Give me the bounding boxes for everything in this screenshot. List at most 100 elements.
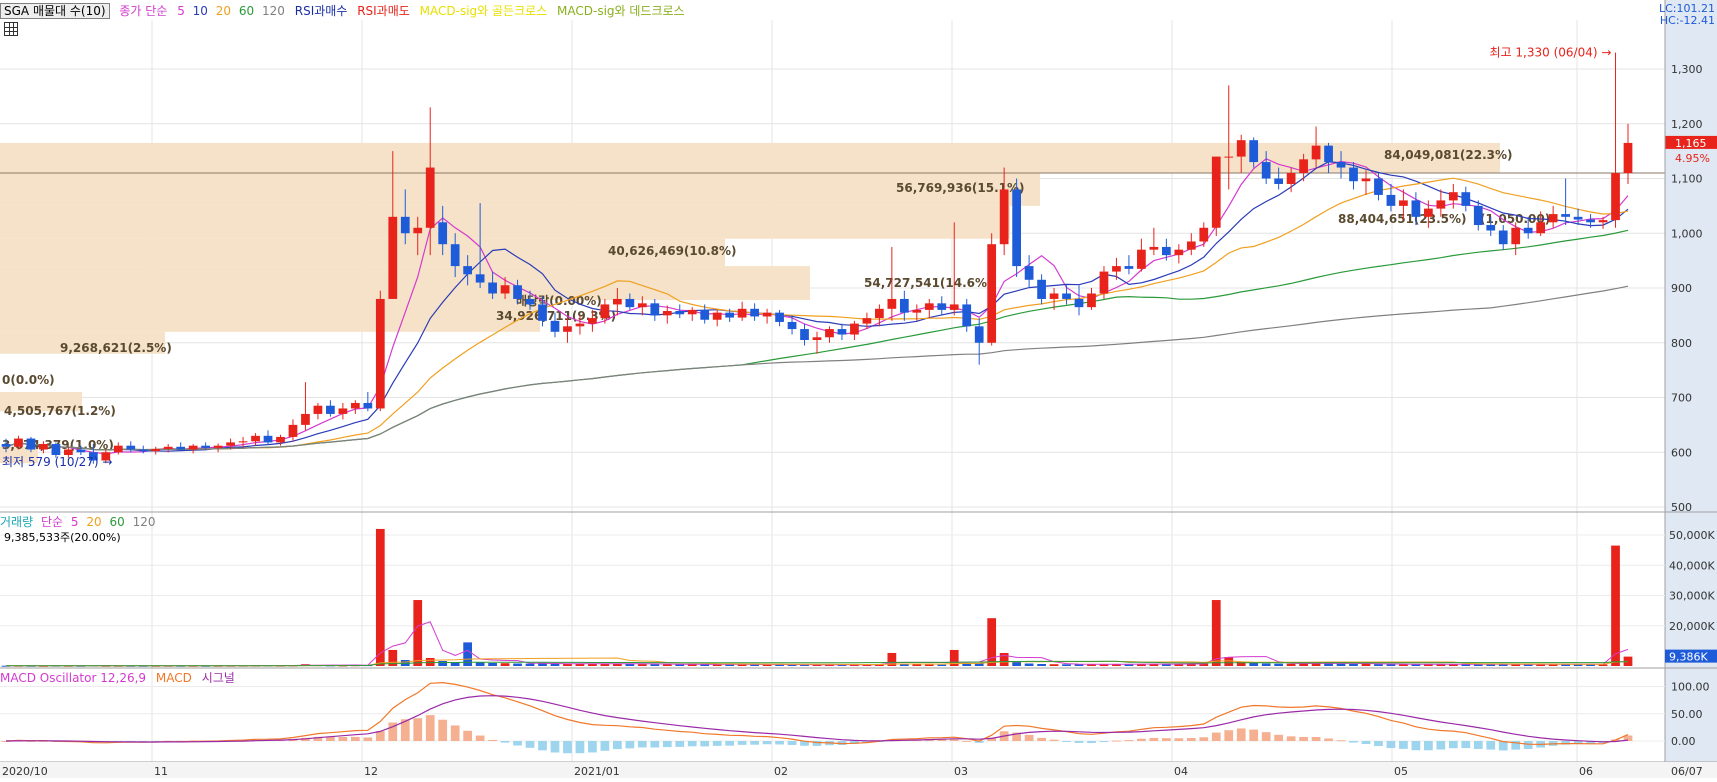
volume-profile-label: 84,049,081(22.3%) (1384, 148, 1513, 162)
ma-legend-120[interactable]: 120 (262, 4, 285, 18)
candle-body (949, 304, 959, 310)
volume-bar (413, 600, 423, 666)
macd-oscillator-bar (1199, 737, 1209, 741)
volume-ma-5[interactable]: 5 (71, 515, 79, 529)
candle-body (1311, 145, 1321, 160)
hc-readout: HC:-12.41 (1659, 14, 1715, 27)
macd-oscillator-bar (363, 737, 373, 741)
macd-oscillator-bar (787, 741, 797, 745)
volume-bar (1249, 663, 1259, 666)
candle-body (313, 405, 323, 414)
candle-body (1349, 167, 1358, 182)
candle-body (350, 402, 360, 409)
volume-bar (1274, 663, 1284, 666)
ma-legend-60[interactable]: 60 (239, 4, 254, 18)
table-grid-icon[interactable] (4, 22, 18, 36)
volume-bar (1611, 545, 1620, 666)
candle-body (687, 309, 697, 315)
volume-bar (1074, 664, 1084, 666)
macd-oscillator-bar (425, 715, 435, 741)
high-price-note: 최고 1,330 (06/04) → (1490, 46, 1612, 60)
candle-body (1548, 214, 1558, 223)
macd-oscillator-bar (762, 741, 772, 745)
ma-legend-prefix: 종가 단순 (119, 4, 168, 18)
volume-bar (450, 662, 460, 666)
macd-oscillator-bar (1311, 736, 1321, 741)
macd-oscillator-bar (1049, 739, 1059, 741)
volume-ma-20[interactable]: 20 (86, 515, 101, 529)
volume-bar (525, 663, 535, 666)
macd-oscillator-bar (1286, 736, 1296, 741)
last-change-label: 4.95% (1675, 152, 1710, 165)
candle-body (924, 303, 934, 310)
rsi-overbought-legend[interactable]: RSI과매수 (295, 4, 348, 18)
volume-ma-120[interactable]: 120 (133, 515, 156, 529)
candle-body (1236, 140, 1246, 157)
candle-body (1161, 246, 1171, 256)
macd-line-legend[interactable]: MACD (156, 671, 192, 685)
macd-oscillator-bar (1124, 740, 1134, 742)
volume-profile-label: 40,626,469(10.8%) (608, 244, 737, 258)
candle-body (400, 216, 410, 234)
macd-oscillator-bar (625, 741, 635, 749)
macd-oscillator-bar (588, 741, 597, 753)
candle-body (1448, 192, 1458, 201)
volume-bar (438, 661, 448, 666)
macd-oscillator-bar (1099, 741, 1109, 742)
volume-bar (563, 664, 572, 666)
sga-volume-profile-toggle[interactable]: SGA 매물대 수(10) (0, 3, 110, 19)
rsi-oversold-legend[interactable]: RSI과매도 (357, 4, 410, 18)
candle-body (1411, 200, 1421, 217)
macd-oscillator-bar (525, 741, 535, 748)
volume-bar (1336, 663, 1346, 666)
volume-bar (625, 664, 635, 666)
volume-ma-60[interactable]: 60 (109, 515, 124, 529)
macd-oscillator-bar (1249, 729, 1259, 741)
macd-golden-cross-legend[interactable]: MACD-sig와 골든크로스 (420, 4, 548, 18)
volume-bar (488, 663, 497, 666)
candle-body (850, 323, 859, 335)
macd-oscillator-bar (1336, 740, 1346, 742)
macd-oscillator-bar (1236, 728, 1246, 741)
volume-summary: 9,385,533주(20.00%) (4, 531, 121, 544)
volume-bar (662, 664, 672, 666)
candle-body (987, 244, 997, 343)
candle-body (737, 308, 747, 318)
macd-dead-cross-legend[interactable]: MACD-sig와 데드크로스 (557, 4, 685, 18)
volume-legend-title[interactable]: 거래량 (0, 515, 33, 529)
ma-legend-10[interactable]: 10 (193, 4, 208, 18)
x-axis-label: 12 (364, 765, 378, 778)
candle-body (326, 405, 335, 414)
macd-oscillator-bar (500, 741, 510, 743)
macd-oscillator-bar (326, 737, 335, 741)
macd-oscillator-legend[interactable]: MACD Oscillator 12,26,9 (0, 671, 146, 685)
macd-tick-label: 0.00 (1671, 735, 1696, 748)
candle-body (1211, 156, 1221, 228)
candle-body (151, 448, 161, 452)
volume-bar (1374, 664, 1383, 666)
price-tick-label: 700 (1671, 392, 1692, 405)
candle-body (1037, 279, 1046, 299)
candle-body (126, 445, 136, 450)
candle-body (513, 285, 522, 299)
candle-body (1174, 249, 1184, 256)
macd-oscillator-bar (513, 741, 522, 746)
candle-body (1623, 142, 1633, 174)
ma-legend-5[interactable]: 5 (177, 4, 185, 18)
candle-body (1386, 194, 1396, 206)
volume-bar (1349, 663, 1358, 666)
macd-oscillator-bar (1112, 740, 1121, 742)
candle-body (113, 445, 123, 453)
volume-profile-bar (0, 142, 1500, 174)
macd-oscillator-bar (488, 739, 497, 741)
candle-body (1124, 266, 1134, 269)
macd-oscillator-bar (475, 735, 485, 741)
candle-body (14, 438, 23, 447)
macd-oscillator-bar (1361, 741, 1371, 744)
macd-oscillator-bar (737, 741, 747, 745)
signal-line-legend[interactable]: 시그널 (202, 671, 235, 685)
candle-body (1299, 159, 1308, 174)
candle-body (1486, 225, 1496, 231)
ma-legend-20[interactable]: 20 (216, 4, 231, 18)
candle-body (700, 309, 710, 320)
